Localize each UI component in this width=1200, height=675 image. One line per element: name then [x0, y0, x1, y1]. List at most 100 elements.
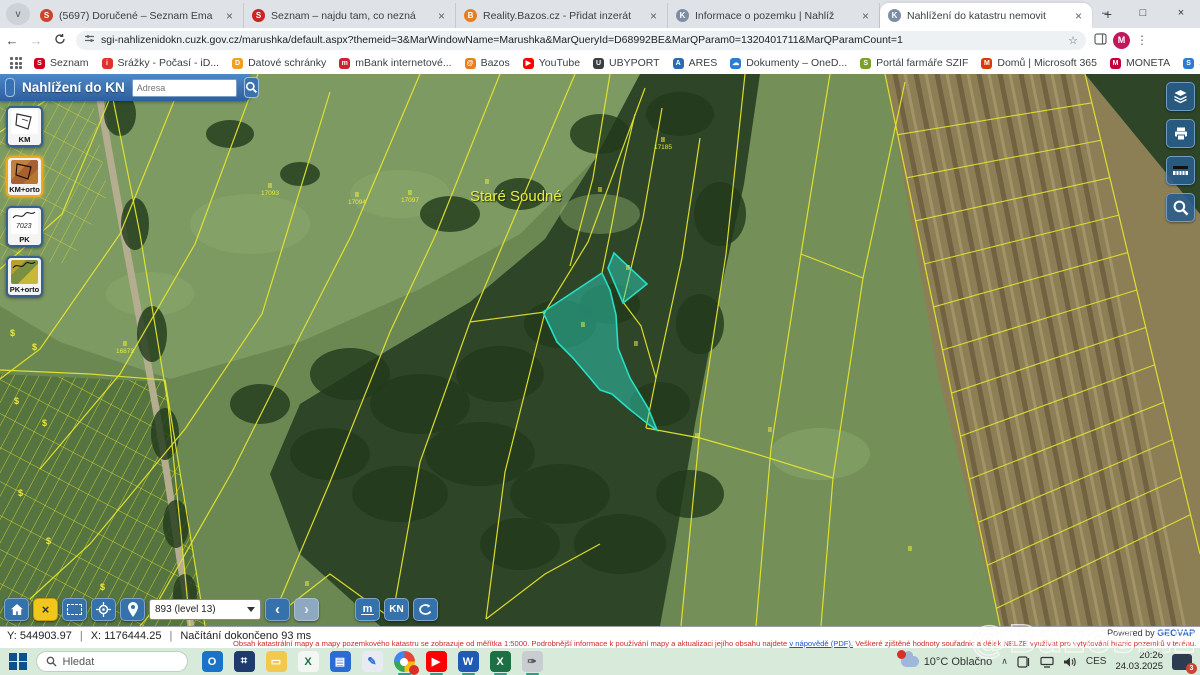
- bookmark-item[interactable]: @Bazos: [465, 57, 510, 69]
- taskbar-search-input[interactable]: Hledat: [36, 651, 188, 672]
- pan-rotate-button[interactable]: [413, 598, 438, 621]
- chrome-icon[interactable]: [394, 651, 415, 672]
- office-hub-icon[interactable]: ⌗: [234, 651, 255, 672]
- map-search-button[interactable]: [1166, 193, 1195, 222]
- maximize-button[interactable]: □: [1124, 0, 1162, 26]
- url-bar[interactable]: sgi-nahlizenidokn.cuzk.gov.cz/marushka/d…: [76, 31, 1086, 50]
- pen-tool-icon[interactable]: ✑: [522, 651, 543, 672]
- address-search-button[interactable]: [244, 77, 259, 98]
- back-icon[interactable]: ←: [0, 33, 24, 48]
- menu-hamburger-icon[interactable]: [5, 78, 15, 97]
- bookmark-item[interactable]: ☁Dokumenty – OneD...: [730, 57, 847, 69]
- pen-device-icon[interactable]: [1017, 656, 1031, 668]
- save-floppy-icon[interactable]: ▤: [330, 651, 351, 672]
- svg-text:II: II: [485, 179, 489, 186]
- bookmark-item[interactable]: AARES: [673, 57, 718, 69]
- url-text[interactable]: sgi-nahlizenidokn.cuzk.gov.cz/marushka/d…: [101, 34, 1062, 46]
- help-pdf-link[interactable]: v nápovědě (PDF).: [789, 639, 853, 648]
- location-pin-button[interactable]: [120, 598, 145, 621]
- tab-close-icon[interactable]: ×: [860, 9, 871, 23]
- bookmark-item[interactable]: iSrážky - Počasí - iD...: [102, 57, 220, 69]
- keyboard-lang[interactable]: CES: [1086, 656, 1107, 667]
- geovap-link[interactable]: GEOVAP: [1157, 628, 1195, 638]
- browser-menu-icon[interactable]: ⋮: [1136, 33, 1148, 47]
- close-button[interactable]: ×: [1162, 0, 1200, 26]
- excel-file-icon[interactable]: X: [298, 651, 319, 672]
- svg-text:II: II: [268, 183, 272, 190]
- layer-button-pk-orto[interactable]: PK+orto: [6, 256, 43, 297]
- word-icon[interactable]: W: [458, 651, 479, 672]
- history-forward-button[interactable]: ›: [294, 598, 319, 621]
- bookmark-favicon: i: [102, 58, 113, 69]
- weather-widget[interactable]: 10°C Oblačno: [901, 656, 993, 668]
- apps-grid-icon[interactable]: [10, 57, 22, 69]
- bookmark-item[interactable]: mmBank internetové...: [339, 57, 451, 69]
- minimize-button[interactable]: –: [1086, 0, 1124, 26]
- layer-button-km-orto[interactable]: KM+orto: [6, 156, 43, 197]
- clear-selection-button[interactable]: ×: [33, 598, 58, 621]
- tab-close-icon[interactable]: ×: [648, 9, 659, 23]
- bookmark-item[interactable]: SStav elektrárny - SE...: [1183, 57, 1200, 69]
- place-label: Staré Soudné: [470, 188, 562, 205]
- bookmark-item[interactable]: SPortál farmáře SZIF: [860, 57, 968, 69]
- browser-tab[interactable]: SSeznam – najdu tam, co nezná×: [244, 3, 456, 28]
- bookmark-favicon: U: [593, 58, 604, 69]
- browser-tab[interactable]: KInformace o pozemku | Nahlíž×: [668, 3, 880, 28]
- bookmark-item[interactable]: UUBYPORT: [593, 57, 660, 69]
- map-viewport[interactable]: II17093II17094II17097IIIIII17185II16873I…: [0, 74, 1200, 626]
- network-icon[interactable]: [1040, 656, 1054, 668]
- site-info-icon[interactable]: [84, 33, 95, 47]
- tab-search-icon[interactable]: v: [6, 3, 30, 25]
- browser-tab[interactable]: K Nahlížení do katastru nemovit ×: [880, 3, 1092, 28]
- reload-icon[interactable]: [48, 33, 72, 48]
- side-panel-icon[interactable]: [1094, 33, 1107, 48]
- excel-icon[interactable]: X: [490, 651, 511, 672]
- history-back-button[interactable]: ‹: [265, 598, 290, 621]
- tray-chevron-icon[interactable]: ∧: [1001, 656, 1008, 667]
- tab-close-icon[interactable]: ×: [1073, 9, 1084, 23]
- bookmark-item[interactable]: DDatové schránky: [232, 57, 326, 69]
- layer-button-pk[interactable]: 7023 PK: [6, 206, 43, 247]
- profile-avatar[interactable]: M: [1113, 32, 1130, 49]
- forward-icon[interactable]: →: [24, 33, 48, 48]
- home-button[interactable]: [4, 598, 29, 621]
- tab-title: Nahlížení do katastru nemovit: [907, 10, 1067, 22]
- svg-text:II: II: [695, 433, 699, 440]
- bookmark-item[interactable]: SSeznam: [34, 57, 89, 69]
- zoom-level-select[interactable]: 893 (level 13): [149, 599, 261, 620]
- cadastral-map[interactable]: II17093II17094II17097IIIIII17185II16873I…: [0, 74, 1200, 626]
- file-explorer-icon[interactable]: ▭: [266, 651, 287, 672]
- browser-tab[interactable]: BReality.Bazos.cz - Přidat inzerát×: [456, 3, 668, 28]
- bookmark-item[interactable]: MDomů | Microsoft 365: [981, 57, 1097, 69]
- address-search-input[interactable]: [132, 79, 237, 97]
- tab-close-icon[interactable]: ×: [224, 9, 235, 23]
- svg-text:$: $: [42, 418, 47, 428]
- bookmark-item[interactable]: ▶YouTube: [523, 57, 580, 69]
- tab-favicon: K: [888, 9, 901, 22]
- browser-tab[interactable]: S(5697) Doručené – Seznam Ema×: [32, 3, 244, 28]
- rect-select-button[interactable]: [62, 598, 87, 621]
- measure-button[interactable]: m: [355, 598, 380, 621]
- notes-doc-icon[interactable]: ✎: [362, 651, 383, 672]
- bookmark-item[interactable]: MMONETA: [1110, 57, 1170, 69]
- window-controls: – □ ×: [1086, 0, 1200, 26]
- scale-bar-button[interactable]: [1166, 156, 1195, 185]
- youtube-icon[interactable]: ▶: [426, 651, 447, 672]
- print-button[interactable]: [1166, 119, 1195, 148]
- outlook-icon[interactable]: O: [202, 651, 223, 672]
- tab-close-icon[interactable]: ×: [436, 9, 447, 23]
- notification-center-icon[interactable]: 3: [1172, 654, 1192, 670]
- center-target-button[interactable]: [91, 598, 116, 621]
- bookmark-star-icon[interactable]: ☆: [1068, 34, 1078, 47]
- speaker-icon[interactable]: [1063, 656, 1077, 668]
- bookmark-favicon: M: [981, 58, 992, 69]
- layers-button[interactable]: [1166, 82, 1195, 111]
- kn-info-button[interactable]: KN: [384, 598, 409, 621]
- time-text: 20:26: [1115, 651, 1163, 662]
- windows-start-icon[interactable]: [9, 653, 27, 671]
- tab-title: Seznam – najdu tam, co nezná: [271, 10, 430, 22]
- layer-button-km[interactable]: KM: [6, 106, 43, 147]
- layer-label: PK: [19, 234, 29, 245]
- clock[interactable]: 20:26 24.03.2025: [1115, 651, 1163, 672]
- tab-favicon: K: [676, 9, 689, 22]
